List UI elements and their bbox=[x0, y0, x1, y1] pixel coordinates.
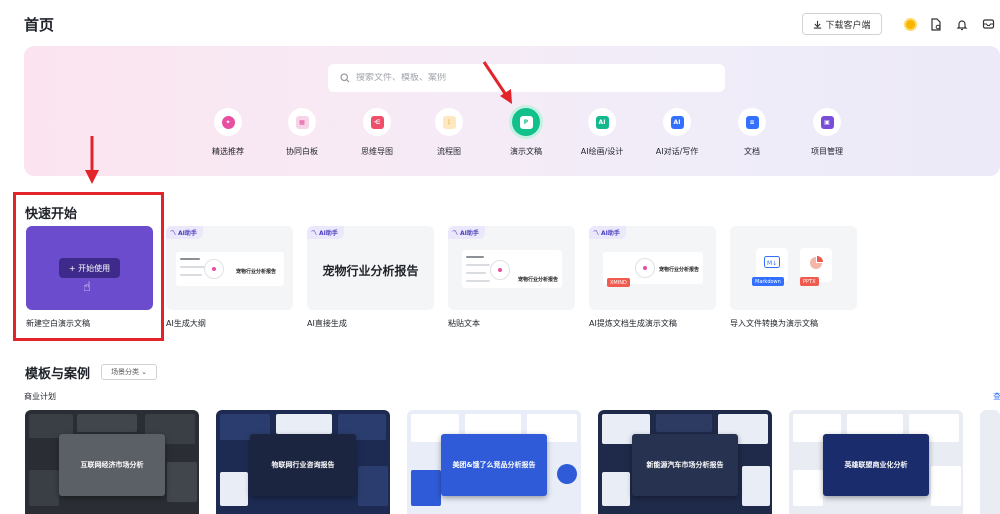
cursor-node-icon bbox=[490, 260, 510, 280]
bell-icon[interactable] bbox=[954, 16, 970, 32]
pptx-pill: PPTX bbox=[800, 277, 819, 286]
hand-cursor-icon: ☝ bbox=[83, 280, 91, 295]
ai-direct-generate-tile[interactable]: 〽 AI助手 宠物行业分析报告 bbox=[307, 226, 434, 310]
start-using-button[interactable]: + 开始使用 bbox=[59, 258, 120, 278]
scene-filter-label: 场景分类 bbox=[111, 368, 140, 376]
template-card[interactable]: 英雄联盟商业化分析 bbox=[789, 410, 963, 514]
ai-distill-document-tile[interactable]: 〽 AI助手 宠物行业分析报告 XMIND bbox=[589, 226, 716, 310]
template-title: 英雄联盟商业化分析 bbox=[823, 434, 929, 496]
ai-assistant-badge: 〽 AI助手 bbox=[589, 226, 626, 239]
document-icon: ≡ bbox=[745, 115, 759, 129]
template-card[interactable]: 互联网经济市场分析 bbox=[25, 410, 199, 514]
category-label: 协同白板 bbox=[286, 147, 318, 156]
quick-start-title: 快速开始 bbox=[25, 207, 78, 222]
ai-sparkle-icon: 〽 bbox=[452, 230, 459, 237]
search-icon bbox=[340, 73, 350, 83]
template-title: 美团&饿了么竞品分析报告 bbox=[441, 434, 547, 496]
download-icon bbox=[814, 20, 822, 29]
page-title: 首页 bbox=[24, 16, 55, 34]
whiteboard-icon: ▦ bbox=[295, 115, 309, 129]
ai-chat-icon: AI bbox=[670, 115, 684, 129]
annotation-arrow bbox=[85, 136, 99, 184]
flowchart-icon: ⋮ bbox=[442, 115, 456, 129]
cursor-node-icon bbox=[204, 259, 224, 279]
ai-outline-tile[interactable]: 〽 AI助手 宠物行业分析报告 bbox=[166, 226, 293, 310]
project-icon: ▣ bbox=[820, 115, 834, 129]
ai-assistant-badge: 〽 AI助手 bbox=[448, 226, 485, 239]
coin-icon[interactable] bbox=[902, 16, 918, 32]
category-document[interactable]: ≡ 文档 bbox=[712, 108, 792, 157]
presentation-icon: P bbox=[519, 115, 533, 129]
ai-paint-icon: AI bbox=[595, 115, 609, 129]
active-category-indicator bbox=[520, 175, 530, 180]
tile-caption: AI生成大纲 bbox=[166, 319, 206, 328]
markdown-file-icon: M↓ Markdown bbox=[752, 248, 788, 286]
category-mindmap[interactable]: ⋲ 思维导图 bbox=[337, 108, 417, 157]
subsection-title: 商业计划 bbox=[24, 392, 56, 401]
tile-caption: 粘贴文本 bbox=[448, 319, 480, 328]
import-file-tile[interactable]: M↓ Markdown PPTX bbox=[730, 226, 857, 310]
download-client-button[interactable]: 下载客户端 bbox=[802, 13, 882, 35]
tile-caption: AI直接生成 bbox=[307, 319, 347, 328]
template-card[interactable]: 新能源汽车市场分析报告 bbox=[598, 410, 772, 514]
paste-text-tile[interactable]: 〽 AI助手 宠物行业分析报告 bbox=[448, 226, 575, 310]
category-label: AI对话/写作 bbox=[655, 147, 699, 156]
category-ai-chat[interactable]: AI AI对话/写作 bbox=[637, 108, 717, 157]
cursor-node-icon bbox=[635, 258, 655, 278]
category-whiteboard[interactable]: ▦ 协同白板 bbox=[262, 108, 342, 157]
search-input[interactable] bbox=[356, 73, 696, 83]
templates-title: 模板与案例 bbox=[25, 367, 91, 382]
category-label: 流程图 bbox=[437, 147, 461, 156]
annotation-arrow bbox=[482, 61, 512, 104]
category-label: 项目管理 bbox=[811, 147, 843, 156]
tile-caption: 新建空白演示文稿 bbox=[26, 319, 90, 328]
ai-assistant-badge: 〽 AI助手 bbox=[166, 226, 203, 239]
sparkle-icon: ✦ bbox=[221, 115, 235, 129]
category-label: 思维导图 bbox=[361, 147, 393, 156]
template-card-partial[interactable] bbox=[980, 410, 1000, 514]
tile-caption: 导入文件转换为演示文稿 bbox=[730, 319, 818, 328]
svg-text:M↓: M↓ bbox=[767, 260, 777, 267]
mindmap-icon: ⋲ bbox=[370, 115, 384, 129]
ai-sparkle-icon: 〽 bbox=[170, 230, 177, 237]
ai-assistant-badge: 〽 AI助手 bbox=[307, 226, 344, 239]
chevron-down-icon: ⌄ bbox=[141, 368, 147, 376]
template-card[interactable]: 美团&饿了么竞品分析报告 bbox=[407, 410, 581, 514]
markdown-pill: Markdown bbox=[752, 277, 784, 286]
see-all-link[interactable]: 查 bbox=[993, 391, 1000, 402]
category-label: 演示文稿 bbox=[510, 147, 542, 156]
pptx-file-icon: PPTX bbox=[800, 248, 832, 286]
ai-sparkle-icon: 〽 bbox=[593, 230, 600, 237]
template-title: 物联网行业咨询报告 bbox=[250, 434, 356, 496]
ai-sparkle-icon: 〽 bbox=[311, 230, 318, 237]
category-featured[interactable]: ✦ 精选推荐 bbox=[188, 108, 268, 157]
xmind-pill: XMIND bbox=[607, 278, 630, 287]
file-icon[interactable] bbox=[928, 16, 944, 32]
category-ai-paint[interactable]: AI AI绘画/设计 bbox=[562, 108, 642, 157]
new-blank-presentation-tile[interactable]: + 开始使用 ☝ bbox=[26, 226, 153, 310]
tile-caption: AI提炼文档生成演示文稿 bbox=[589, 319, 677, 328]
template-card[interactable]: 物联网行业咨询报告 bbox=[216, 410, 390, 514]
inbox-icon[interactable] bbox=[980, 16, 996, 32]
category-flowchart[interactable]: ⋮ 流程图 bbox=[409, 108, 489, 157]
scene-filter-dropdown[interactable]: 场景分类 ⌄ bbox=[101, 364, 157, 380]
tile-preview-title: 宠物行业分析报告 bbox=[322, 264, 419, 278]
category-label: 文档 bbox=[744, 147, 760, 156]
template-title: 互联网经济市场分析 bbox=[59, 434, 165, 496]
search-bar[interactable] bbox=[328, 64, 725, 92]
category-project[interactable]: ▣ 项目管理 bbox=[787, 108, 867, 157]
category-label: 精选推荐 bbox=[212, 147, 244, 156]
download-client-label: 下载客户端 bbox=[825, 20, 871, 31]
template-title: 新能源汽车市场分析报告 bbox=[632, 434, 738, 496]
category-label: AI绘画/设计 bbox=[580, 147, 624, 156]
category-presentation[interactable]: P 演示文稿 bbox=[486, 105, 566, 157]
